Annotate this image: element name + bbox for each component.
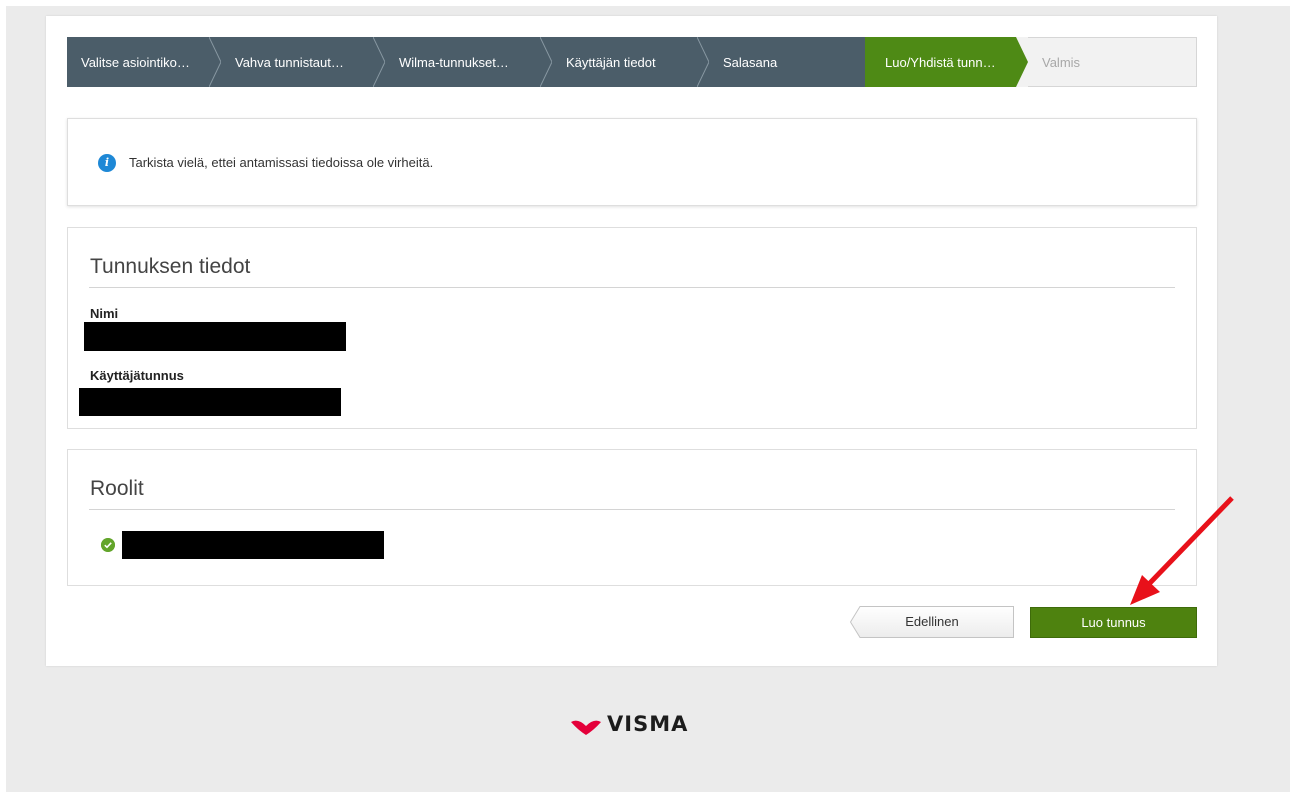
info-panel: i Tarkista vielä, ettei antamissasi tied… xyxy=(67,118,1197,206)
check-circle-icon xyxy=(101,538,115,552)
visma-swoosh-icon xyxy=(571,720,601,735)
wizard-step-label: Luo/Yhdistä tunn… xyxy=(885,54,996,70)
wizard-step-label: Valitse asiointiko… xyxy=(81,54,190,70)
wizard-step-2[interactable]: Vahva tunnistaut… xyxy=(221,37,385,87)
wizard-steps: Valitse asiointiko… Vahva tunnistaut… Wi… xyxy=(67,37,1197,87)
wizard-step-label: Wilma-tunnukset… xyxy=(399,54,509,70)
username-label: Käyttäjätunnus xyxy=(90,368,184,383)
wizard-step-label: Käyttäjän tiedot xyxy=(566,54,656,70)
wizard-step-label: Vahva tunnistaut… xyxy=(235,54,344,70)
account-details-panel: Tunnuksen tiedot Nimi Käyttäjätunnus xyxy=(67,227,1197,429)
divider xyxy=(89,509,1175,510)
step-separator-icon xyxy=(540,37,552,87)
info-icon: i xyxy=(98,154,116,172)
wizard-step-7: Valmis xyxy=(1028,37,1197,87)
step-arrow-icon xyxy=(1016,37,1028,87)
roles-panel: Roolit xyxy=(67,449,1197,586)
wizard-step-1[interactable]: Valitse asiointiko… xyxy=(67,37,221,87)
create-account-button[interactable]: Luo tunnus xyxy=(1030,607,1197,638)
panel-title: Roolit xyxy=(90,477,144,500)
wizard-step-3[interactable]: Wilma-tunnukset… xyxy=(385,37,552,87)
wizard-step-label: Valmis xyxy=(1042,54,1081,70)
step-separator-icon xyxy=(697,37,709,87)
step-separator-icon xyxy=(373,37,385,87)
info-message: Tarkista vielä, ettei antamissasi tiedoi… xyxy=(129,155,434,170)
previous-button[interactable]: Edellinen xyxy=(850,606,1014,638)
redacted-name-value xyxy=(84,322,346,351)
redacted-role-value xyxy=(122,531,384,559)
main-card: Valitse asiointiko… Vahva tunnistaut… Wi… xyxy=(46,16,1217,666)
wizard-step-6-active: Luo/Yhdistä tunn… xyxy=(865,37,1028,87)
wizard-step-4[interactable]: Käyttäjän tiedot xyxy=(552,37,709,87)
step-separator-icon xyxy=(209,37,221,87)
panel-title: Tunnuksen tiedot xyxy=(90,255,251,278)
previous-button-label: Edellinen xyxy=(905,614,959,629)
name-label: Nimi xyxy=(90,306,119,321)
visma-wordmark: VISMA xyxy=(607,712,689,736)
wizard-step-5[interactable]: Salasana xyxy=(709,37,865,87)
wizard-step-label: Salasana xyxy=(723,54,778,70)
redacted-username-value xyxy=(79,388,341,416)
annotation-arrow-icon xyxy=(1130,496,1234,605)
divider xyxy=(89,287,1175,288)
